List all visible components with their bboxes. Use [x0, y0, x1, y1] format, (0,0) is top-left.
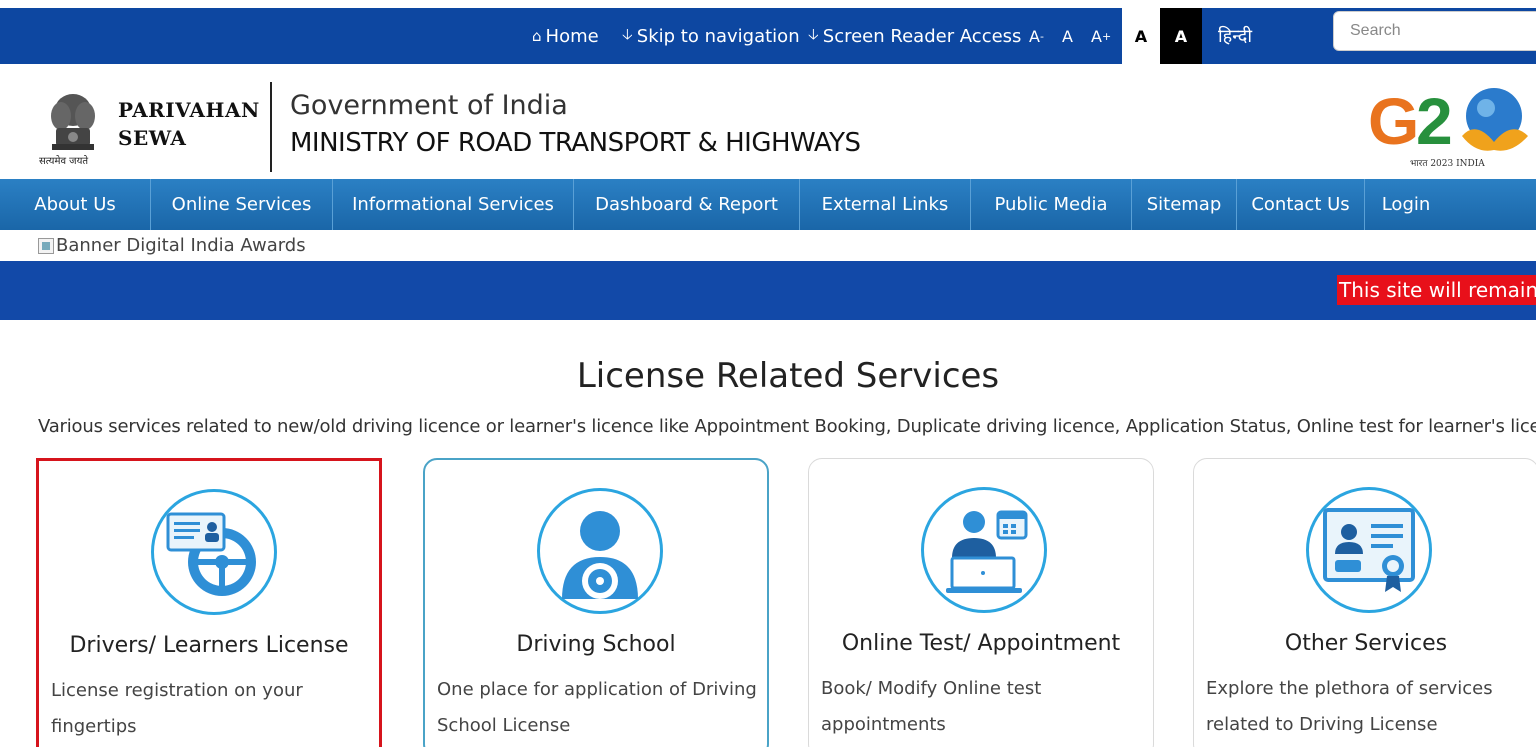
- font-increase-label: A: [1091, 26, 1102, 46]
- nav-dashboard-report[interactable]: Dashboard & Report: [574, 179, 800, 230]
- font-normal-button[interactable]: A: [1062, 8, 1073, 64]
- search-input[interactable]: [1333, 11, 1536, 51]
- card-description: Explore the plethora of services related…: [1206, 678, 1493, 735]
- main-navigation: About Us Online Services Informational S…: [0, 179, 1536, 230]
- svg-text:2: 2: [1416, 84, 1453, 158]
- card-other-services[interactable]: Other Services Explore the plethora of s…: [1193, 458, 1536, 747]
- header-divider: [270, 82, 272, 172]
- parivahan-logo[interactable]: PARIVAHAN SEWA: [118, 96, 260, 152]
- government-title: Government of India: [290, 90, 568, 121]
- card-icon-circle: [537, 488, 663, 614]
- language-toggle[interactable]: हिन्दी: [1218, 8, 1252, 64]
- broken-image-icon: [38, 237, 54, 254]
- certificate-icon: [1323, 508, 1415, 592]
- font-decrease-sign: -: [1039, 29, 1044, 43]
- screen-reader-link[interactable]: 🡣 Screen Reader Access: [808, 8, 1021, 64]
- font-increase-button[interactable]: A +: [1091, 8, 1111, 64]
- skip-navigation-label: Skip to navigation: [636, 25, 800, 47]
- ministry-title: MINISTRY OF ROAD TRANSPORT & HIGHWAYS: [290, 128, 861, 158]
- nav-login[interactable]: Login: [1365, 179, 1447, 230]
- nav-public-media[interactable]: Public Media: [971, 179, 1132, 230]
- banner-image[interactable]: Banner Digital India Awards: [38, 235, 306, 256]
- driver-icon: [562, 511, 638, 599]
- card-description: License registration on your fingertips: [51, 680, 303, 737]
- font-decrease-label: A: [1029, 26, 1040, 46]
- nav-external-links[interactable]: External Links: [800, 179, 971, 230]
- emblem-motto: सत्यमेव जयते: [39, 156, 89, 167]
- g20-caption: भारत 2023 INDIA: [1410, 159, 1485, 169]
- ticker-message[interactable]: This site will remain c: [1337, 275, 1536, 305]
- nav-about-us[interactable]: About Us: [0, 179, 151, 230]
- arrow-down-icon: 🡣: [622, 24, 633, 43]
- card-title: Drivers/ Learners License: [69, 633, 349, 658]
- card-title: Driving School: [516, 632, 676, 657]
- card-icon-circle: [921, 487, 1047, 613]
- news-ticker: This site will remain c: [0, 261, 1536, 320]
- contrast-light-button[interactable]: A: [1122, 8, 1160, 64]
- nav-informational-services[interactable]: Informational Services: [333, 179, 574, 230]
- nav-contact-us[interactable]: Contact Us: [1237, 179, 1365, 230]
- section-description: Various services related to new/old driv…: [38, 416, 1536, 437]
- nav-sitemap[interactable]: Sitemap: [1132, 179, 1237, 230]
- skip-navigation-link[interactable]: 🡣 Skip to navigation: [622, 8, 800, 64]
- utility-bar: ⌂ Home 🡣 Skip to navigation 🡣 Screen Rea…: [0, 8, 1536, 64]
- svg-text:G: G: [1368, 84, 1419, 158]
- card-title: Other Services: [1284, 631, 1448, 656]
- screen-reader-label: Screen Reader Access: [822, 25, 1022, 47]
- font-increase-sign: +: [1101, 29, 1112, 43]
- contrast-dark-button[interactable]: A: [1160, 8, 1202, 64]
- banner-alt-text: Banner Digital India Awards: [56, 235, 306, 256]
- font-normal-label: A: [1062, 26, 1073, 46]
- card-description: One place for application of Driving Sch…: [437, 679, 757, 736]
- card-description: Book/ Modify Online test appointments: [821, 678, 1042, 735]
- card-title: Online Test/ Appointment: [841, 631, 1121, 656]
- online-test-icon: [946, 510, 1028, 593]
- card-icon-circle: [1306, 487, 1432, 613]
- card-driving-school[interactable]: Driving School One place for application…: [423, 458, 769, 747]
- card-icon-circle: [151, 489, 277, 615]
- brand-line1: PARIVAHAN: [118, 98, 260, 122]
- card-online-test-appointment[interactable]: Online Test/ Appointment Book/ Modify On…: [808, 458, 1154, 747]
- nav-online-services[interactable]: Online Services: [151, 179, 333, 230]
- brand-line2: SEWA: [118, 126, 187, 150]
- home-icon: ⌂: [532, 27, 542, 45]
- font-decrease-button[interactable]: A-: [1029, 8, 1044, 64]
- arrow-down-icon: 🡣: [808, 24, 819, 43]
- home-label: Home: [545, 25, 599, 47]
- section-title: License Related Services: [576, 356, 1000, 396]
- license-steering-icon: [166, 512, 256, 596]
- card-drivers-learners-license[interactable]: Drivers/ Learners License License regist…: [36, 458, 382, 747]
- page: ⌂ Home 🡣 Skip to navigation 🡣 Screen Rea…: [0, 0, 1536, 747]
- home-link[interactable]: ⌂ Home: [532, 8, 599, 64]
- g20-logo: G 2 भारत 2023 INDIA: [1368, 84, 1528, 169]
